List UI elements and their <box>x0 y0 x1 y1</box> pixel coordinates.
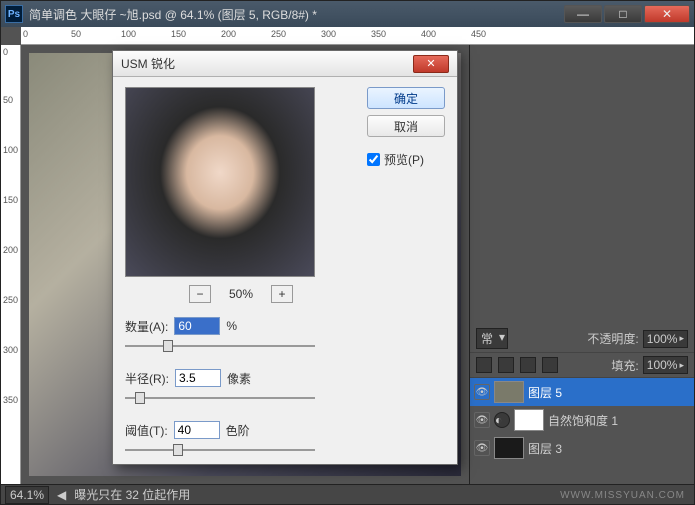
radius-unit: 像素 <box>227 370 251 387</box>
zoom-out-button[interactable]: − <box>189 285 211 303</box>
layer-name: 图层 5 <box>528 384 562 401</box>
layer-row[interactable]: 👁 ◐ 自然饱和度 1 <box>470 406 694 434</box>
horizontal-ruler: 0 50 100 150 200 250 300 350 400 450 <box>21 27 694 45</box>
layer-name: 图层 3 <box>528 440 562 457</box>
usm-sharpen-dialog: USM 锐化 ✕ − 50% + 数量(A): % 半径(R): 像素 <box>112 50 458 465</box>
radius-input[interactable] <box>175 369 221 387</box>
preview-checkbox-label: 预览(P) <box>384 151 424 168</box>
zoom-percent: 50% <box>229 287 253 301</box>
dialog-titlebar[interactable]: USM 锐化 ✕ <box>113 51 457 77</box>
layers-panel: 常 不透明度: 100% 填充: 100% 👁 图层 5 <box>469 45 694 484</box>
layer-thumbnail <box>494 381 524 403</box>
close-button[interactable]: ✕ <box>644 5 690 23</box>
visibility-icon[interactable]: 👁 <box>474 440 490 456</box>
opacity-value[interactable]: 100% <box>643 330 688 348</box>
amount-label: 数量(A): <box>125 318 168 335</box>
watermark: WWW.MISSYUAN.COM <box>560 490 685 501</box>
cancel-button[interactable]: 取消 <box>367 115 445 137</box>
opacity-label: 不透明度: <box>587 330 638 347</box>
fill-value[interactable]: 100% <box>643 356 688 374</box>
status-message: 曝光只在 32 位起作用 <box>74 486 190 503</box>
lock-icon[interactable] <box>476 357 492 373</box>
visibility-icon[interactable]: 👁 <box>474 384 490 400</box>
preview-image[interactable] <box>125 87 315 277</box>
radius-label: 半径(R): <box>125 370 169 387</box>
titlebar: Ps 简单调色 大眼仔 ~旭.psd @ 64.1% (图层 5, RGB/8#… <box>1 1 694 27</box>
threshold-label: 阈值(T): <box>125 422 168 439</box>
scroll-left-icon[interactable]: ◀ <box>57 488 66 502</box>
layer-row[interactable]: 👁 图层 3 <box>470 434 694 462</box>
visibility-icon[interactable]: 👁 <box>474 412 490 428</box>
lock-pixels-icon[interactable] <box>498 357 514 373</box>
threshold-unit: 色阶 <box>226 422 250 439</box>
layer-mask-thumbnail <box>514 409 544 431</box>
fill-label: 填充: <box>611 357 638 374</box>
layer-name: 自然饱和度 1 <box>548 412 618 429</box>
threshold-input[interactable] <box>174 421 220 439</box>
lock-position-icon[interactable] <box>520 357 536 373</box>
radius-slider[interactable] <box>125 389 315 407</box>
preview-checkbox-row[interactable]: 预览(P) <box>367 151 445 168</box>
vertical-ruler: 0 50 100 150 200 250 300 350 <box>1 45 21 484</box>
layer-thumbnail <box>494 437 524 459</box>
window-title: 简单调色 大眼仔 ~旭.psd @ 64.1% (图层 5, RGB/8#) * <box>29 6 564 23</box>
blend-mode-dropdown[interactable]: 常 <box>476 328 508 349</box>
lock-all-icon[interactable] <box>542 357 558 373</box>
ok-button[interactable]: 确定 <box>367 87 445 109</box>
zoom-in-button[interactable]: + <box>271 285 293 303</box>
ps-icon: Ps <box>5 5 23 23</box>
maximize-button[interactable]: □ <box>604 5 642 23</box>
layer-row[interactable]: 👁 图层 5 <box>470 378 694 406</box>
threshold-slider[interactable] <box>125 441 315 459</box>
preview-checkbox[interactable] <box>367 153 380 166</box>
amount-unit: % <box>226 319 237 333</box>
minimize-button[interactable]: — <box>564 5 602 23</box>
amount-slider[interactable] <box>125 337 315 355</box>
dialog-title: USM 锐化 <box>121 55 175 72</box>
dialog-close-button[interactable]: ✕ <box>413 55 449 73</box>
amount-input[interactable] <box>174 317 220 335</box>
adjustment-icon: ◐ <box>494 412 510 428</box>
zoom-readout[interactable]: 64.1% <box>5 486 49 504</box>
